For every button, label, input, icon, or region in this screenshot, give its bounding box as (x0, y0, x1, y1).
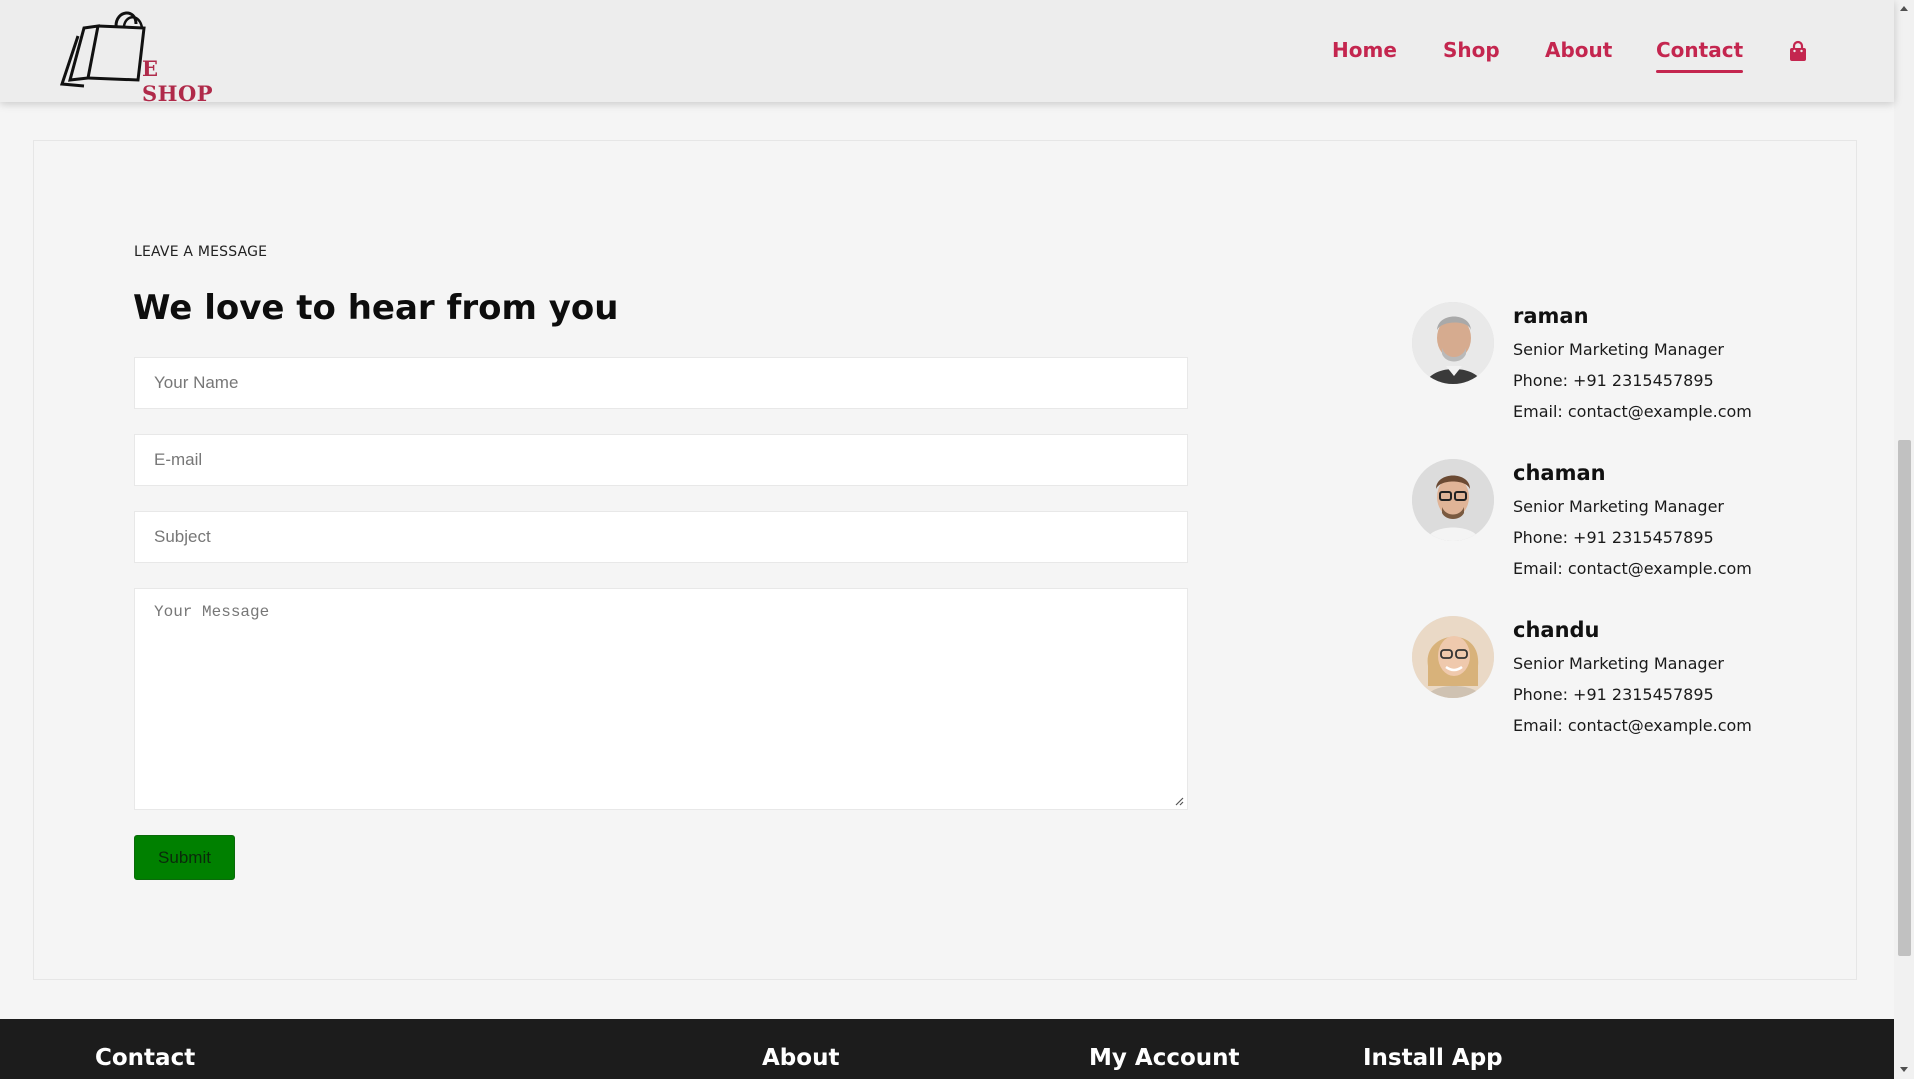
contact-title: Senior Marketing Manager (1513, 340, 1724, 359)
contact-name: chandu (1513, 618, 1600, 642)
scroll-down-arrow-icon[interactable] (1899, 1066, 1909, 1074)
site-footer: Contact About My Account Install App (0, 1019, 1894, 1079)
contact-phone: Phone: +91 2315457895 (1513, 371, 1714, 390)
submit-button[interactable]: Submit (134, 835, 235, 880)
nav-shop[interactable]: Shop (1443, 38, 1500, 62)
page-scrollbar[interactable] (1894, 0, 1914, 1079)
person-portrait-icon (1412, 616, 1494, 698)
subject-input[interactable] (134, 511, 1188, 563)
footer-heading-contact: Contact (95, 1045, 196, 1071)
shopping-bag-icon[interactable] (1787, 40, 1809, 62)
avatar (1412, 459, 1494, 541)
message-textarea[interactable] (134, 588, 1188, 810)
section-heading: We love to hear from you (133, 288, 619, 328)
logo-text: E SHOP (142, 56, 214, 106)
nav-home[interactable]: Home (1332, 38, 1397, 62)
scroll-up-arrow-icon[interactable] (1899, 4, 1909, 12)
contact-name: raman (1513, 304, 1589, 328)
scroll-thumb[interactable] (1898, 440, 1911, 956)
contact-email: Email: contact@example.com (1513, 402, 1752, 421)
person-portrait-icon (1412, 302, 1494, 384)
contact-card: chandu Senior Marketing Manager Phone: +… (1412, 616, 1832, 756)
footer-heading-install-app: Install App (1363, 1045, 1503, 1071)
logo[interactable]: E SHOP (54, 6, 213, 106)
contact-email: Email: contact@example.com (1513, 559, 1752, 578)
nav-contact-label: Contact (1656, 38, 1744, 62)
email-input[interactable] (134, 434, 1188, 486)
contact-title: Senior Marketing Manager (1513, 654, 1724, 673)
contact-card: chaman Senior Marketing Manager Phone: +… (1412, 459, 1832, 599)
contact-name: chaman (1513, 461, 1606, 485)
avatar (1412, 616, 1494, 698)
footer-heading-about: About (762, 1045, 840, 1071)
contact-card: raman Senior Marketing Manager Phone: +9… (1412, 302, 1832, 442)
section-eyebrow: LEAVE A MESSAGE (134, 244, 268, 260)
nav-contact[interactable]: Contact (1656, 38, 1744, 73)
nav-about[interactable]: About (1545, 38, 1612, 62)
contact-email: Email: contact@example.com (1513, 716, 1752, 735)
contact-phone: Phone: +91 2315457895 (1513, 528, 1714, 547)
avatar (1412, 302, 1494, 384)
person-portrait-icon (1412, 459, 1494, 541)
active-nav-underline (1656, 70, 1744, 73)
footer-heading-my-account: My Account (1089, 1045, 1240, 1071)
name-input[interactable] (134, 357, 1188, 409)
contact-phone: Phone: +91 2315457895 (1513, 685, 1714, 704)
site-header: E SHOP Home Shop About Contact (0, 0, 1894, 106)
resize-grip-icon[interactable] (1174, 796, 1184, 806)
contact-title: Senior Marketing Manager (1513, 497, 1724, 516)
